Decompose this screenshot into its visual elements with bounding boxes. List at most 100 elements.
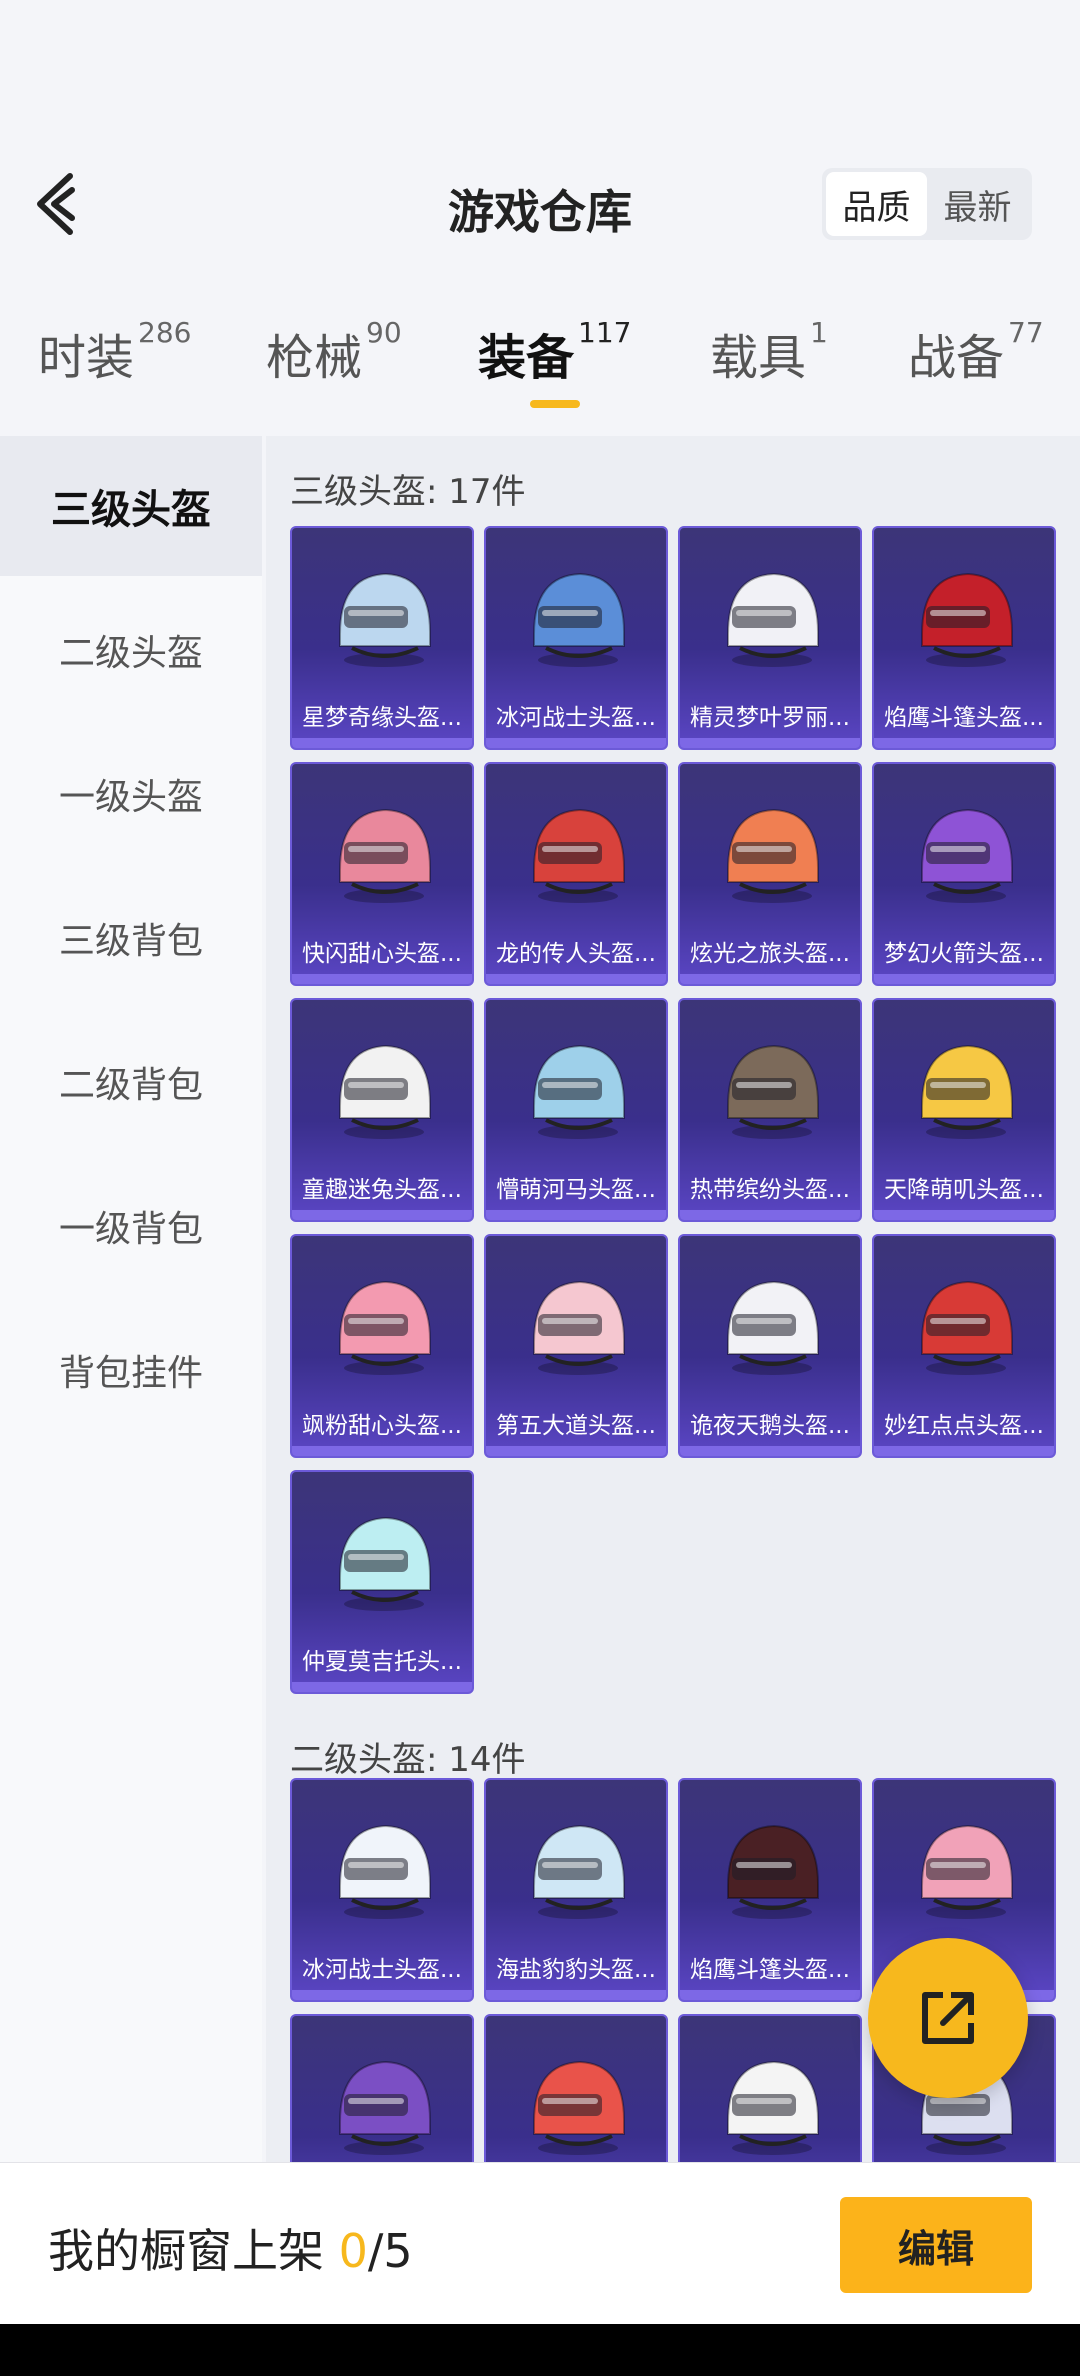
helmet-icon — [921, 1824, 1013, 1919]
item-card[interactable]: 冰河战士头盔... — [290, 1778, 474, 2002]
tab-count: 117 — [578, 316, 632, 349]
helmet-icon — [533, 572, 625, 667]
shelf-total: /5 — [367, 2224, 413, 2278]
item-name: 海盐豹豹头盔... — [496, 1957, 656, 1983]
helmet-icon — [339, 572, 431, 667]
item-card[interactable]: 星梦奇缘头盔... — [290, 526, 474, 750]
helmet-icon — [921, 808, 1013, 903]
item-name: 热带缤纷头盔... — [690, 1177, 850, 1203]
share-icon — [922, 1992, 974, 2044]
sidebar-item-backpack-charm[interactable]: 背包挂件 — [0, 1300, 262, 1440]
helmet-icon — [533, 808, 625, 903]
item-name: 快闪甜心头盔... — [302, 941, 462, 967]
item-card[interactable]: 热带缤纷头盔... — [678, 998, 862, 1222]
item-card[interactable]: 快闪甜心头盔... — [290, 762, 474, 986]
helmet-icon — [339, 2060, 431, 2155]
section-title: 二级头盔: 14件 — [290, 1740, 526, 1780]
item-card[interactable]: 第五大道头盔... — [484, 1234, 668, 1458]
item-card[interactable]: 冰河战士头盔... — [484, 526, 668, 750]
item-card[interactable]: 精灵梦叶罗丽... — [678, 526, 862, 750]
helmet-icon — [727, 1044, 819, 1139]
helmet-icon — [533, 2060, 625, 2155]
item-name: 童趣迷兔头盔... — [302, 1177, 462, 1203]
item-card[interactable]: 飒粉甜心头盔... — [290, 1234, 474, 1458]
item-name: 仲夏莫吉托头... — [302, 1649, 462, 1675]
sidebar-item-level1-helmet[interactable]: 一级头盔 — [0, 724, 262, 864]
item-name: 炫光之旅头盔... — [690, 941, 850, 967]
sidebar-item-level2-helmet[interactable]: 二级头盔 — [0, 580, 262, 720]
tab-equipment[interactable]: 装备 117 — [478, 316, 632, 388]
helmet-icon — [339, 1044, 431, 1139]
item-name: 星梦奇缘头盔... — [302, 705, 462, 731]
header: 游戏仓库 品质 最新 — [0, 140, 1080, 270]
item-card[interactable]: 龙的传人头盔... — [484, 762, 668, 986]
helmet-icon — [533, 1824, 625, 1919]
item-name: 诡夜天鹅头盔... — [690, 1413, 850, 1439]
tab-weapons[interactable]: 枪械 90 — [266, 316, 402, 388]
tab-label: 装备 — [478, 330, 575, 386]
item-name: 懵萌河马头盔... — [496, 1177, 656, 1203]
helmet-icon — [339, 1824, 431, 1919]
sort-quality-button[interactable]: 品质 — [826, 172, 927, 236]
tab-label: 战备 — [908, 330, 1005, 386]
sort-newest-button[interactable]: 最新 — [927, 172, 1028, 236]
helmet-icon — [533, 1044, 625, 1139]
helmet-icon — [921, 1280, 1013, 1375]
tab-count: 286 — [138, 316, 192, 349]
tab-count: 1 — [810, 316, 828, 349]
item-name: 飒粉甜心头盔... — [302, 1413, 462, 1439]
sidebar-item-level3-backpack[interactable]: 三级背包 — [0, 868, 262, 1008]
helmet-icon — [727, 572, 819, 667]
warehouse-page: 游戏仓库 品质 最新 时装 286 枪械 90 装备 117 载具 1 战备 77 三级头… — [0, 0, 1080, 2376]
item-name: 天降萌叽头盔... — [884, 1177, 1044, 1203]
item-card[interactable]: 诡夜天鹅头盔... — [678, 1234, 862, 1458]
helmet-icon — [727, 2060, 819, 2155]
tab-supplies[interactable]: 战备 77 — [908, 316, 1044, 388]
item-name: 焰鹰斗篷头盔... — [690, 1957, 850, 1983]
item-name: 精灵梦叶罗丽... — [690, 705, 850, 731]
item-name: 妙红点点头盔... — [884, 1413, 1044, 1439]
item-name: 第五大道头盔... — [496, 1413, 656, 1439]
tab-count: 77 — [1008, 316, 1044, 349]
sidebar-item-level2-backpack[interactable]: 二级背包 — [0, 1012, 262, 1152]
item-grid: 三级头盔: 17件 二级头盔: 14件 星梦奇缘头盔... 冰河战士头盔... 精灵… — [266, 436, 1080, 2162]
tab-fashion[interactable]: 时装 286 — [38, 316, 192, 388]
system-nav-bar — [0, 2324, 1080, 2376]
helmet-icon — [339, 1280, 431, 1375]
helmet-icon — [533, 1280, 625, 1375]
tab-count: 90 — [366, 316, 402, 349]
category-tabs: 时装 286 枪械 90 装备 117 载具 1 战备 77 — [0, 316, 1080, 428]
item-card[interactable]: 梦幻火箭头盔... — [872, 762, 1056, 986]
item-card[interactable]: 仲夏莫吉托头... — [290, 1470, 474, 1694]
item-name: 焰鹰斗篷头盔... — [884, 705, 1044, 731]
active-tab-indicator — [530, 400, 580, 408]
sidebar-item-level3-helmet[interactable]: 三级头盔 — [0, 436, 262, 576]
tab-vehicles[interactable]: 载具 1 — [710, 316, 828, 388]
sidebar-item-level1-backpack[interactable]: 一级背包 — [0, 1156, 262, 1296]
showcase-label: 我的橱窗上架 — [48, 2224, 339, 2278]
helmet-icon — [339, 808, 431, 903]
item-name: 冰河战士头盔... — [302, 1957, 462, 1983]
item-card[interactable] — [484, 2014, 668, 2162]
item-card[interactable]: 天降萌叽头盔... — [872, 998, 1056, 1222]
item-card[interactable]: 炫光之旅头盔... — [678, 762, 862, 986]
item-name: 冰河战士头盔... — [496, 705, 656, 731]
item-card[interactable]: 焰鹰斗篷头盔... — [872, 526, 1056, 750]
item-card[interactable] — [290, 2014, 474, 2162]
item-card[interactable]: 焰鹰斗篷头盔... — [678, 1778, 862, 2002]
item-card[interactable]: 妙红点点头盔... — [872, 1234, 1056, 1458]
item-card[interactable]: 童趣迷兔头盔... — [290, 998, 474, 1222]
item-card[interactable]: 懵萌河马头盔... — [484, 998, 668, 1222]
helmet-icon — [921, 572, 1013, 667]
section-title: 三级头盔: 17件 — [290, 472, 526, 512]
edit-button[interactable]: 编辑 — [840, 2197, 1032, 2293]
item-card[interactable] — [678, 2014, 862, 2162]
helmet-icon — [727, 1824, 819, 1919]
item-name: 梦幻火箭头盔... — [884, 941, 1044, 967]
sort-toggle[interactable]: 品质 最新 — [822, 168, 1032, 240]
showcase-status: 我的橱窗上架 0/5 — [48, 2215, 413, 2281]
item-card[interactable]: 海盐豹豹头盔... — [484, 1778, 668, 2002]
share-button[interactable] — [868, 1938, 1028, 2098]
showcase-footer: 我的橱窗上架 0/5 编辑 — [0, 2162, 1080, 2324]
shelf-count: 0 — [338, 2224, 368, 2278]
